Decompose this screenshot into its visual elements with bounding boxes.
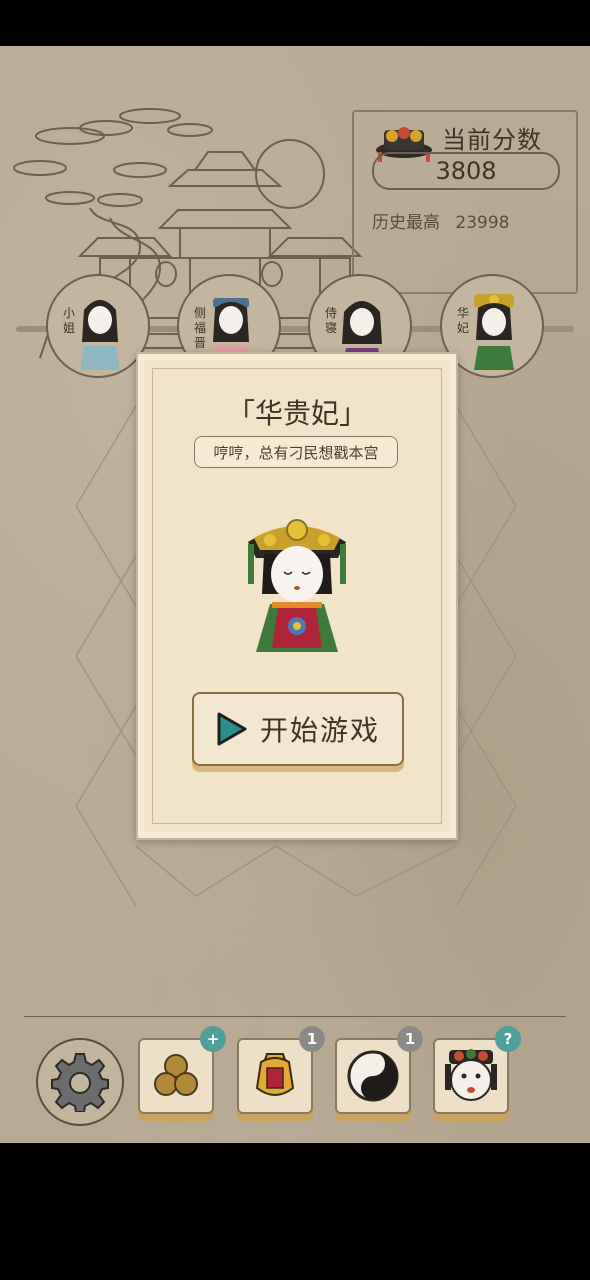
toolbar-divider: [24, 1016, 566, 1017]
noble-consort-icon: [474, 294, 514, 370]
yinyang-button[interactable]: 1: [335, 1026, 423, 1114]
best-score: 历史最高 23998: [372, 208, 510, 233]
best-score-value: 23998: [455, 213, 510, 233]
count-badge: 1: [299, 1026, 325, 1052]
dialog-title: 「华贵妃」: [226, 397, 367, 430]
emperor-button[interactable]: ?: [433, 1026, 521, 1114]
emperor-icon: [445, 1049, 497, 1101]
best-score-label: 历史最高: [372, 213, 440, 233]
jar-button[interactable]: 1: [237, 1026, 325, 1114]
score-title: 当前分数: [442, 126, 542, 154]
count-badge: 1: [397, 1026, 423, 1052]
jar-icon: [255, 1053, 295, 1096]
help-badge: ?: [495, 1026, 521, 1052]
dialog-subtitle: 哼哼，总有刁民想戳本宫: [194, 436, 398, 468]
character-slot-xiaojie[interactable]: 小姐: [46, 274, 150, 378]
add-badge: +: [200, 1026, 226, 1052]
coins-button[interactable]: +: [138, 1026, 226, 1114]
current-score: 3808: [372, 152, 560, 190]
huafei-portrait: [248, 519, 346, 652]
yinyang-icon: [347, 1050, 399, 1102]
settings-button[interactable]: [36, 1038, 124, 1126]
score-panel: 当前分数 3808 历史最高 23998: [352, 110, 578, 294]
coins-icon: [154, 1054, 198, 1096]
start-game-button[interactable]: 开始游戏: [192, 692, 404, 766]
play-icon: [217, 712, 247, 746]
start-game-label: 开始游戏: [259, 714, 380, 747]
lady-icon: [80, 300, 120, 370]
game-screen: 当前分数 3808 历史最高 23998 小姐 侧福晋 侍寝 华妃 「华贵妃」 …: [0, 46, 590, 1143]
gear-icon: [51, 1053, 109, 1112]
character-dialog: 「华贵妃」 哼哼，总有刁民想戳本宫 开始游戏: [136, 352, 458, 840]
